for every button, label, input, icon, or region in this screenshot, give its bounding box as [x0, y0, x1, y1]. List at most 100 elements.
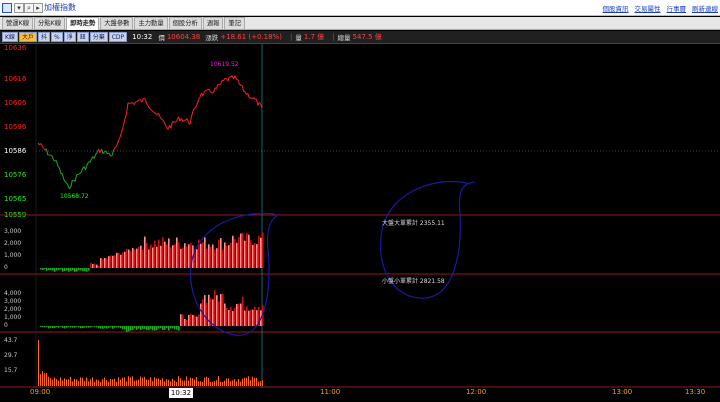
price-segment	[95, 152, 98, 155]
volume-bar	[100, 381, 101, 386]
volume-bar	[156, 378, 157, 386]
big-order-bar	[88, 268, 90, 271]
volume-bar	[200, 381, 201, 386]
small-order-bar	[100, 326, 102, 329]
big-order-bar	[156, 246, 158, 268]
price-segment	[141, 97, 144, 103]
price-segment	[234, 75, 237, 80]
small-order-bar	[230, 306, 232, 326]
volume-bar	[198, 381, 199, 386]
volume-bar	[114, 378, 115, 386]
small-order-bar	[236, 304, 238, 326]
volume-bar	[86, 377, 87, 386]
big-order-bar	[232, 235, 234, 268]
price-segment	[190, 111, 194, 117]
volume-bar	[150, 377, 151, 386]
small-order-bar	[62, 326, 64, 328]
small-order-bar	[136, 326, 138, 330]
big-order-bar	[130, 250, 132, 268]
small-order-bar	[152, 326, 154, 331]
volume-bar	[42, 371, 43, 386]
big-order-bar	[98, 265, 100, 268]
volume-bar	[110, 379, 111, 386]
small-order-bar	[246, 306, 248, 326]
big-order-bar	[154, 240, 156, 268]
price-segment	[227, 76, 230, 82]
small-order-bar	[244, 310, 246, 326]
price-segment	[251, 97, 254, 99]
small-order-bar	[42, 326, 44, 328]
volume-bar	[146, 379, 147, 386]
small-order-bar	[228, 310, 230, 326]
volume-bar	[158, 378, 159, 386]
small-order-summary: 小盤小單累計 2821.58	[382, 278, 445, 285]
small-order-bar	[234, 307, 236, 326]
price-segment	[150, 109, 153, 112]
price-segment	[253, 97, 256, 100]
price-segment	[117, 137, 121, 141]
intraday-chart[interactable]	[0, 0, 720, 402]
price-segment	[93, 154, 97, 159]
big-order-bar	[196, 249, 198, 268]
volume-bar	[258, 381, 259, 386]
small-order-bar	[64, 326, 66, 329]
small-order-bar	[194, 315, 196, 326]
price-segment	[189, 116, 192, 125]
small-order-bar	[114, 326, 116, 328]
price-segment	[67, 185, 70, 189]
small-order-bar	[118, 326, 120, 328]
small-order-bar	[196, 316, 198, 326]
volume-bar	[208, 378, 209, 386]
volume-bar	[164, 381, 165, 386]
volume-bar	[94, 381, 95, 386]
price-segment	[196, 99, 200, 105]
small-order-bar	[168, 326, 170, 331]
big-order-bar	[158, 239, 160, 268]
volume-bar	[102, 379, 103, 386]
small-order-bar	[238, 303, 240, 326]
small-order-bar	[80, 326, 82, 329]
price-segment	[111, 149, 115, 157]
volume-bar	[204, 377, 205, 386]
big-order-bar	[100, 258, 102, 268]
big-order-bar	[250, 240, 252, 268]
price-segment	[175, 119, 178, 123]
small-order-bar	[70, 326, 72, 328]
volume-bar	[68, 379, 69, 386]
big-order-bar	[50, 268, 52, 271]
small-order-bar	[74, 326, 76, 328]
small-order-bar	[134, 326, 136, 329]
big-order-bar	[150, 244, 152, 268]
big-order-bar	[144, 236, 146, 268]
volume-bar	[202, 381, 203, 386]
volume-bar	[182, 380, 183, 386]
small-order-bar	[86, 326, 88, 328]
volume-bar	[96, 379, 97, 386]
price-segment	[55, 160, 59, 167]
big-order-bar	[202, 242, 204, 268]
small-order-bar	[48, 326, 50, 329]
big-order-bar	[168, 238, 170, 268]
small-order-bar	[44, 326, 46, 328]
volume-bar	[240, 381, 241, 386]
volume-bar	[50, 377, 51, 386]
big-order-bar	[254, 243, 256, 268]
volume-bar	[210, 381, 211, 386]
big-order-bar	[56, 268, 58, 271]
small-order-bar	[102, 326, 104, 329]
big-order-bar	[142, 249, 144, 268]
big-order-bar	[164, 241, 166, 268]
big-order-bar	[68, 268, 70, 272]
big-order-bar	[172, 245, 174, 268]
big-order-bar	[86, 268, 88, 272]
small-order-bar	[224, 303, 226, 326]
small-order-bar	[184, 318, 186, 326]
volume-bar	[48, 376, 49, 386]
volume-bar	[84, 380, 85, 386]
big-order-bar	[66, 268, 68, 271]
volume-bar	[82, 377, 83, 386]
small-order-bar	[160, 326, 162, 329]
volume-bar	[188, 380, 189, 386]
small-order-bar	[204, 295, 206, 326]
big-order-bar	[124, 251, 126, 268]
